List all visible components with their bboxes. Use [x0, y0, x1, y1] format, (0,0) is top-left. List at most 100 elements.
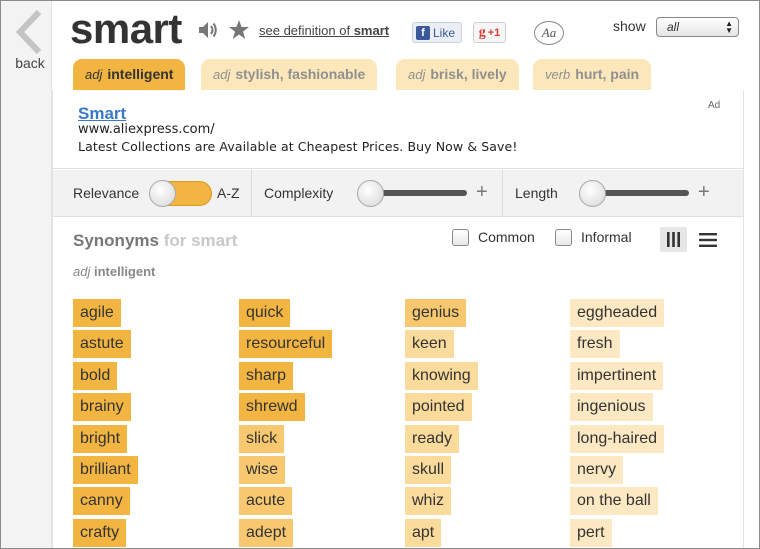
- show-select[interactable]: all ▲ ▼: [656, 17, 739, 37]
- synonym-word[interactable]: apt: [405, 518, 442, 547]
- synonym-word[interactable]: knowing: [405, 361, 478, 390]
- synonym-column-3: genius keen knowing pointed ready skull …: [405, 299, 478, 548]
- synonym-word[interactable]: shrewd: [239, 393, 305, 422]
- show-label: show: [613, 18, 646, 34]
- google-plus-label: +1: [487, 26, 501, 39]
- synonym-word[interactable]: canny: [73, 487, 130, 516]
- back-label[interactable]: back: [1, 55, 59, 71]
- synonym-word[interactable]: pointed: [405, 393, 472, 422]
- chevron-left-icon[interactable]: [15, 9, 43, 55]
- sense-label: adj intelligent: [73, 264, 155, 279]
- synonym-word[interactable]: genius: [405, 299, 467, 327]
- synonym-word[interactable]: whiz: [405, 487, 452, 516]
- synonym-word[interactable]: on the ball: [570, 487, 658, 516]
- columns-view-icon[interactable]: [660, 227, 687, 252]
- synonym-word[interactable]: impertinent: [570, 361, 664, 390]
- see-definition-word: smart: [353, 23, 390, 38]
- synonym-word[interactable]: pert: [570, 518, 612, 547]
- star-icon[interactable]: [228, 19, 250, 41]
- synonym-word[interactable]: eggheaded: [570, 299, 665, 327]
- sense-definition: intelligent: [93, 264, 156, 279]
- ad-url[interactable]: www.aliexpress.com/: [78, 122, 215, 137]
- synonym-word[interactable]: brilliant: [73, 455, 138, 484]
- see-definition-link[interactable]: see definition of smart: [259, 23, 389, 38]
- back-column[interactable]: back: [1, 1, 52, 548]
- synonym-word[interactable]: skull: [405, 455, 452, 484]
- tab-label: intelligent: [107, 66, 174, 82]
- synonyms-heading: Synonyms for smart: [73, 231, 237, 251]
- speaker-icon[interactable]: [197, 19, 219, 41]
- select-arrows-icon: ▲ ▼: [725, 19, 733, 35]
- see-definition-prefix: see definition of: [259, 23, 351, 38]
- tab-label: stylish, fashionable: [235, 66, 366, 82]
- synonym-word[interactable]: agile: [73, 299, 121, 327]
- synonym-word[interactable]: ready: [405, 424, 460, 453]
- informal-label[interactable]: Informal: [581, 229, 632, 245]
- synonym-word[interactable]: ingenious: [570, 393, 653, 422]
- filter-bar: Relevance A-Z Complexity + Length +: [53, 170, 743, 217]
- complexity-label: Complexity: [264, 185, 334, 201]
- synonym-word[interactable]: crafty: [73, 518, 127, 547]
- google-plus-icon: g: [478, 24, 486, 40]
- tab-stylish-fashionable[interactable]: adj stylish, fashionable: [201, 59, 378, 90]
- synonyms-title: Synonyms: [73, 231, 159, 250]
- complexity-slider-track[interactable]: [371, 190, 467, 196]
- length-label: Length: [515, 185, 558, 201]
- relevance-label: Relevance: [73, 185, 140, 201]
- complexity-slider-handle[interactable]: [357, 180, 384, 207]
- tab-pos: adj: [213, 67, 231, 82]
- tab-pos: adj: [85, 67, 103, 82]
- tab-brisk-lively[interactable]: adj brisk, lively: [396, 59, 519, 90]
- toggle-knob[interactable]: [149, 180, 176, 207]
- tab-label: brisk, lively: [430, 66, 507, 82]
- synonym-word[interactable]: acute: [239, 487, 293, 516]
- synonym-word[interactable]: nervy: [570, 455, 624, 484]
- filter-divider: [251, 170, 252, 217]
- tab-label: hurt, pain: [575, 66, 640, 82]
- synonym-word[interactable]: resourceful: [239, 330, 333, 359]
- synonyms-subtitle: for smart: [163, 231, 238, 250]
- facebook-like-label: Like: [433, 25, 456, 40]
- list-view-icon[interactable]: [699, 232, 717, 248]
- informal-checkbox[interactable]: [555, 229, 572, 246]
- synonym-column-2: quick resourceful sharp shrewd slick wis…: [239, 299, 333, 548]
- synonym-word[interactable]: bold: [73, 361, 118, 390]
- az-label: A-Z: [217, 185, 240, 201]
- synonym-word[interactable]: slick: [239, 424, 285, 453]
- show-select-value: all: [667, 20, 680, 34]
- filter-divider: [502, 170, 503, 217]
- tab-intelligent[interactable]: adj intelligent: [73, 59, 186, 90]
- sense-pos: adj: [73, 264, 91, 279]
- length-slider-handle[interactable]: [579, 180, 606, 207]
- facebook-like-button[interactable]: f Like: [412, 22, 462, 43]
- ad-description: Latest Collections are Available at Chea…: [78, 139, 518, 154]
- google-plus-button[interactable]: g +1: [473, 22, 506, 43]
- ad-badge: Ad: [708, 100, 721, 111]
- synonym-word[interactable]: adept: [239, 518, 294, 547]
- page-title: smart: [70, 5, 182, 52]
- synonym-word[interactable]: keen: [405, 330, 454, 359]
- font-size-icon[interactable]: Aa: [534, 21, 564, 45]
- synonym-word[interactable]: long-haired: [570, 424, 665, 453]
- synonym-word[interactable]: wise: [239, 455, 286, 484]
- tab-hurt-pain[interactable]: verb hurt, pain: [533, 59, 652, 90]
- synonym-word[interactable]: quick: [239, 299, 291, 327]
- synonym-word[interactable]: astute: [73, 330, 131, 359]
- ad-title-link[interactable]: Smart: [78, 104, 126, 124]
- synonym-word[interactable]: sharp: [239, 361, 294, 390]
- ad-block[interactable]: Smart www.aliexpress.com/ Latest Collect…: [53, 91, 743, 169]
- synonym-word[interactable]: fresh: [570, 330, 620, 359]
- tab-pos: verb: [545, 67, 571, 82]
- length-plus-icon[interactable]: +: [698, 181, 710, 204]
- synonym-column-1: agile astute bold brainy bright brillian…: [73, 299, 138, 548]
- relevance-az-toggle[interactable]: [149, 180, 212, 207]
- synonym-word[interactable]: bright: [73, 424, 128, 453]
- common-checkbox[interactable]: [452, 229, 469, 246]
- complexity-plus-icon[interactable]: +: [476, 181, 488, 204]
- facebook-icon: f: [416, 25, 430, 40]
- tab-pos: adj: [408, 67, 426, 82]
- length-slider-track[interactable]: [593, 190, 689, 196]
- synonym-column-4: eggheaded fresh impertinent ingenious lo…: [570, 299, 665, 548]
- synonym-word[interactable]: brainy: [73, 393, 131, 422]
- common-label[interactable]: Common: [478, 229, 535, 245]
